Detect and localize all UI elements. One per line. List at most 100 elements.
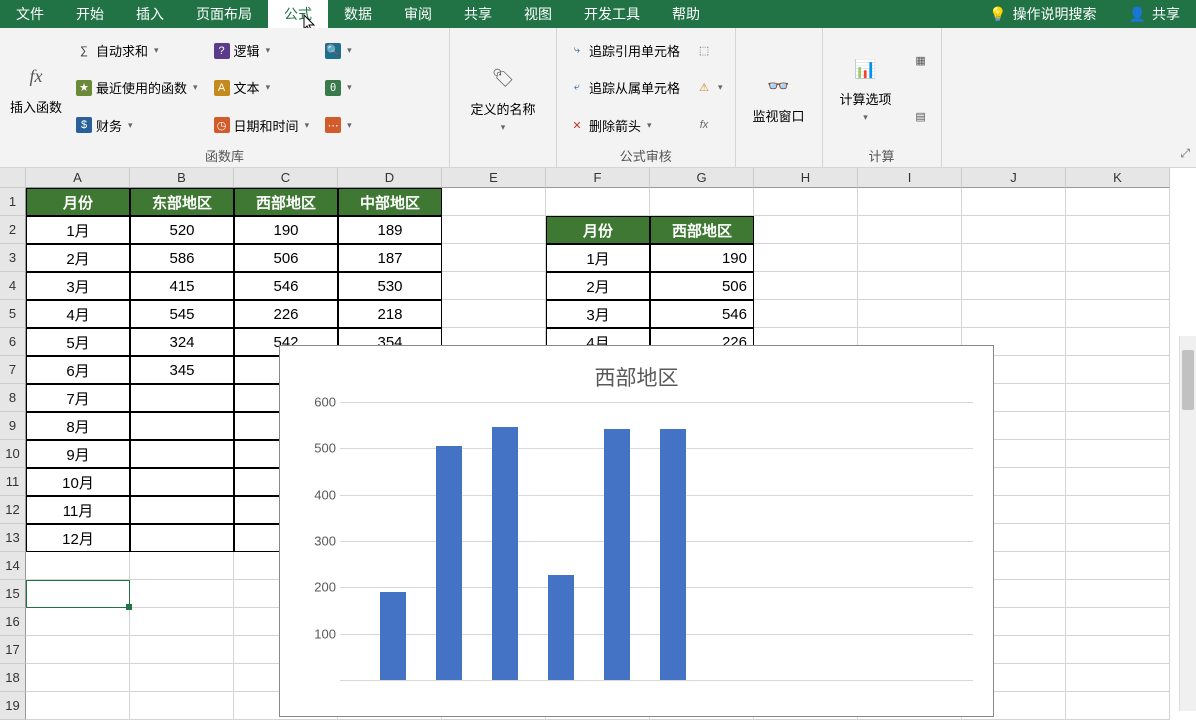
cell-B1[interactable]: 东部地区 [130,188,234,216]
tab-pagelayout[interactable]: 页面布局 [180,0,268,28]
cell-E2[interactable] [442,216,546,244]
embedded-chart[interactable]: 西部地区 100200300400500600 [279,345,994,717]
row-header-19[interactable]: 19 [0,692,26,720]
row-header-8[interactable]: 8 [0,384,26,412]
cell-E5[interactable] [442,300,546,328]
tab-share[interactable]: 共享 [448,0,508,28]
col-header-A[interactable]: A [26,168,130,188]
cell-D3[interactable]: 187 [338,244,442,272]
error-checking-button[interactable]: ⚠ [692,78,727,98]
row-header-9[interactable]: 9 [0,412,26,440]
cell-C1[interactable]: 西部地区 [234,188,338,216]
remove-arrows-button[interactable]: ✕删除箭头 [565,114,684,137]
collapse-ribbon-icon[interactable]: ⤢ [1180,146,1190,161]
cell-B4[interactable]: 415 [130,272,234,300]
cell-H1[interactable] [754,188,858,216]
cell-E3[interactable] [442,244,546,272]
vertical-scrollbar[interactable] [1179,336,1196,711]
cell-B14[interactable] [130,552,234,580]
cell-E1[interactable] [442,188,546,216]
col-header-J[interactable]: J [962,168,1066,188]
row-header-13[interactable]: 13 [0,524,26,552]
bar-4月[interactable] [548,575,574,680]
bar-5月[interactable] [604,429,630,680]
cell-K10[interactable] [1066,440,1170,468]
cell-G4[interactable]: 506 [650,272,754,300]
bar-1月[interactable] [380,592,406,680]
cell-B6[interactable]: 324 [130,328,234,356]
financial-button[interactable]: $财务 [72,114,202,137]
cell-B16[interactable] [130,608,234,636]
row-header-6[interactable]: 6 [0,328,26,356]
cell-F1[interactable] [546,188,650,216]
cell-K19[interactable] [1066,692,1170,720]
cell-K14[interactable] [1066,552,1170,580]
cell-I5[interactable] [858,300,962,328]
cell-H3[interactable] [754,244,858,272]
col-header-C[interactable]: C [234,168,338,188]
col-header-I[interactable]: I [858,168,962,188]
cell-I3[interactable] [858,244,962,272]
cell-D1[interactable]: 中部地区 [338,188,442,216]
cell-D2[interactable]: 189 [338,216,442,244]
defined-names-button[interactable]: 🏷 定义的名称 ▾ [458,32,548,163]
lookup-button[interactable]: 🔍 [321,41,356,61]
cell-B8[interactable] [130,384,234,412]
cell-A1[interactable]: 月份 [26,188,130,216]
cell-C4[interactable]: 546 [234,272,338,300]
row-header-15[interactable]: 15 [0,580,26,608]
cell-J5[interactable] [962,300,1066,328]
cell-B11[interactable] [130,468,234,496]
cell-G2[interactable]: 西部地区 [650,216,754,244]
tab-formulas[interactable]: 公式 [268,0,328,28]
cell-G3[interactable]: 190 [650,244,754,272]
cell-K18[interactable] [1066,664,1170,692]
cell-C5[interactable]: 226 [234,300,338,328]
tab-home[interactable]: 开始 [60,0,120,28]
cell-A15[interactable] [26,580,130,608]
bar-2月[interactable] [436,446,462,680]
bar-3月[interactable] [492,427,518,680]
cell-B12[interactable] [130,496,234,524]
cell-J3[interactable] [962,244,1066,272]
cell-A3[interactable]: 2月 [26,244,130,272]
cell-A8[interactable]: 7月 [26,384,130,412]
cell-A16[interactable] [26,608,130,636]
cell-E4[interactable] [442,272,546,300]
tab-data[interactable]: 数据 [328,0,388,28]
cell-K4[interactable] [1066,272,1170,300]
datetime-button[interactable]: ◷日期和时间 [210,114,314,137]
show-formulas-button[interactable]: ⬚ [692,41,727,61]
row-header-11[interactable]: 11 [0,468,26,496]
insert-function-button[interactable]: fx 插入函数 [8,32,64,144]
cell-A18[interactable] [26,664,130,692]
cell-B10[interactable] [130,440,234,468]
cell-K6[interactable] [1066,328,1170,356]
cell-K11[interactable] [1066,468,1170,496]
cell-K2[interactable] [1066,216,1170,244]
autosum-button[interactable]: ∑自动求和 [72,39,202,62]
recent-functions-button[interactable]: ★最近使用的函数 [72,76,202,99]
row-header-2[interactable]: 2 [0,216,26,244]
row-header-7[interactable]: 7 [0,356,26,384]
row-header-1[interactable]: 1 [0,188,26,216]
cell-K13[interactable] [1066,524,1170,552]
cell-B9[interactable] [130,412,234,440]
cell-B2[interactable]: 520 [130,216,234,244]
cell-K7[interactable] [1066,356,1170,384]
cell-A17[interactable] [26,636,130,664]
row-header-18[interactable]: 18 [0,664,26,692]
tellme-search[interactable]: 💡 操作说明搜索 [973,0,1112,28]
cell-K17[interactable] [1066,636,1170,664]
text-button[interactable]: A文本 [210,76,314,99]
select-all-corner[interactable] [0,168,26,188]
cell-H2[interactable] [754,216,858,244]
row-header-14[interactable]: 14 [0,552,26,580]
cell-A11[interactable]: 10月 [26,468,130,496]
tab-view[interactable]: 视图 [508,0,568,28]
cell-G5[interactable]: 546 [650,300,754,328]
trace-dependents-button[interactable]: ⤶追踪从属单元格 [565,76,684,99]
evaluate-formula-button[interactable]: fx [692,115,727,135]
cell-J1[interactable] [962,188,1066,216]
calc-options-button[interactable]: 📊 计算选项 ▾ [831,32,901,144]
